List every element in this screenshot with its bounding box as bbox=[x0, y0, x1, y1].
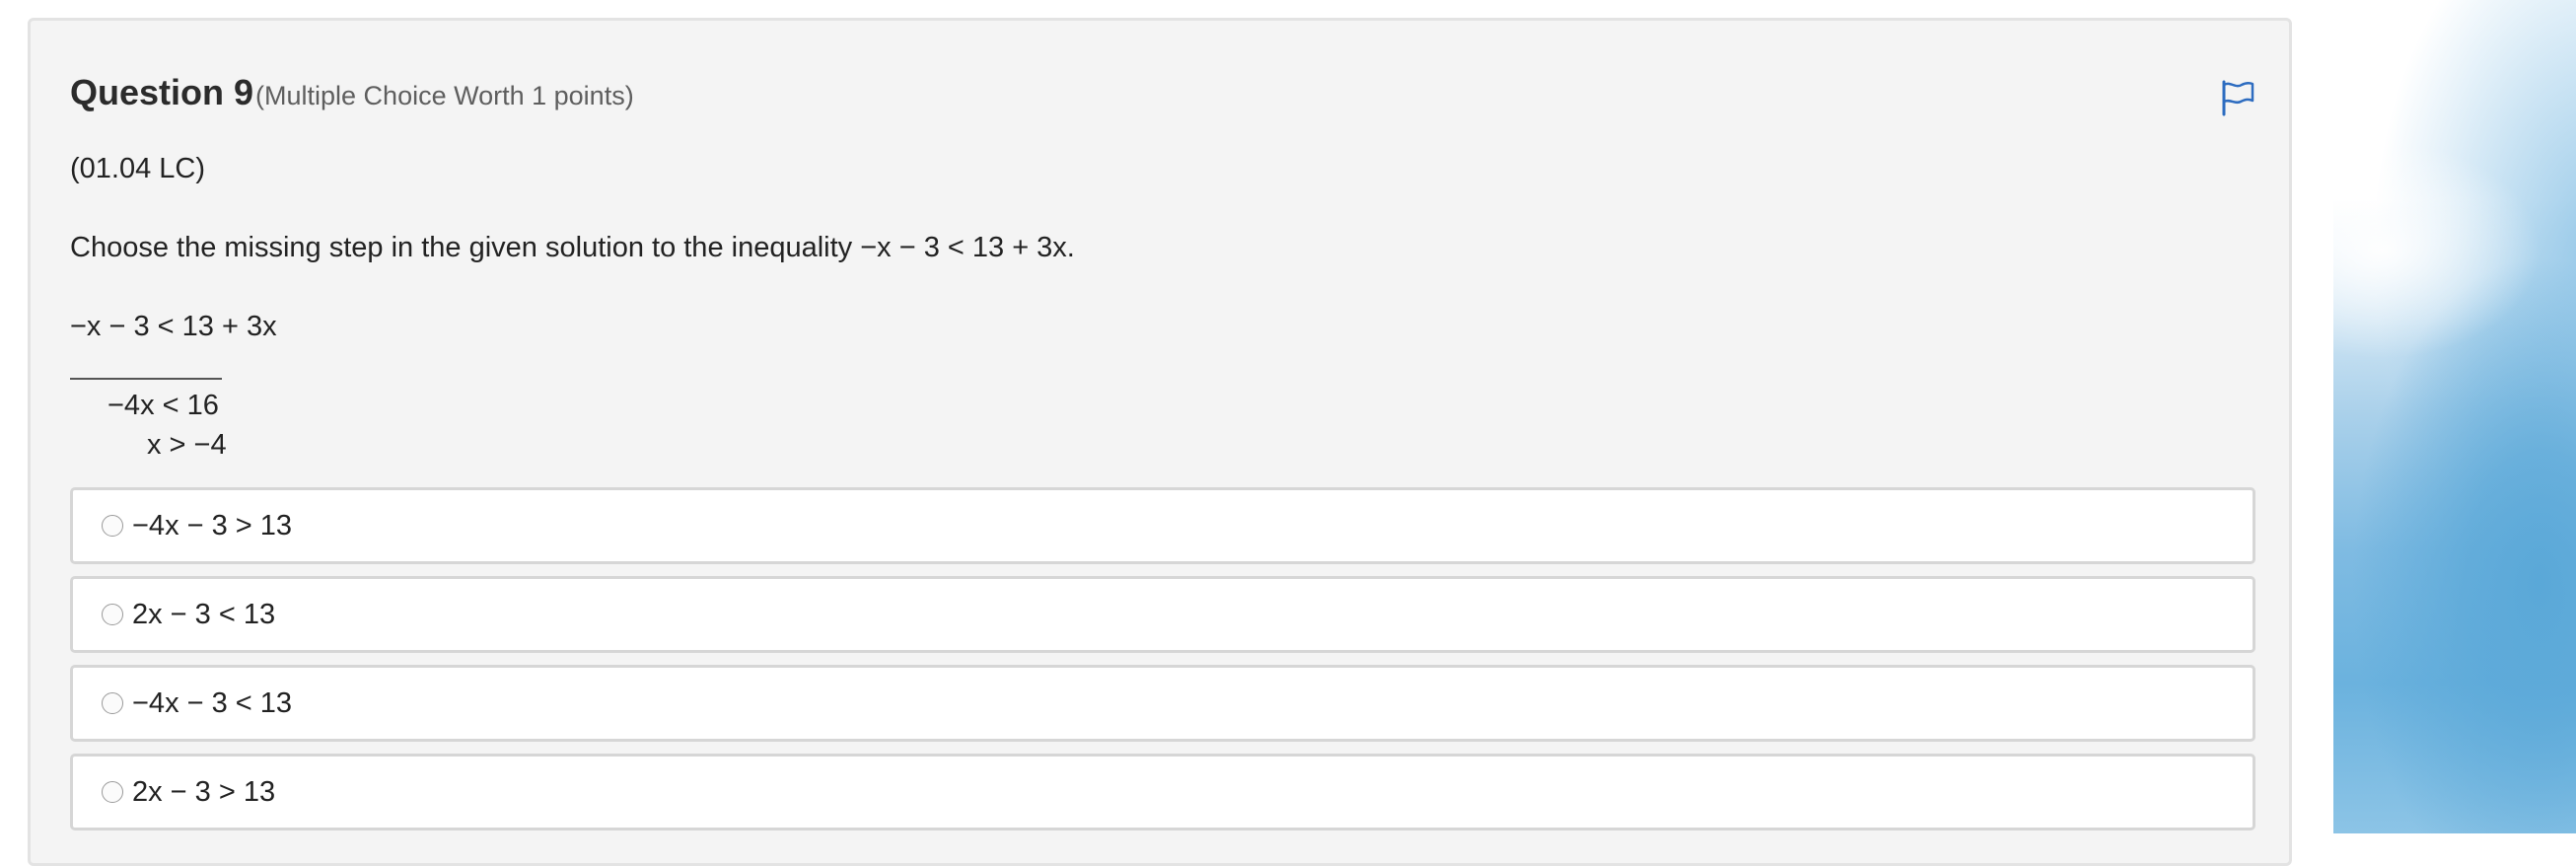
solution-step-1: −x − 3 < 13 + 3x bbox=[70, 311, 277, 342]
question-title: Question 9 bbox=[70, 72, 254, 112]
answer-option-label: −4x − 3 > 13 bbox=[132, 509, 293, 541]
radio-button[interactable] bbox=[102, 781, 123, 803]
answer-option-2[interactable]: 2x − 3 < 13 bbox=[70, 576, 2255, 653]
solution-step-3: −4x < 16 bbox=[107, 390, 219, 421]
answer-option-label: −4x − 3 < 13 bbox=[132, 686, 293, 719]
question-meta: (Multiple Choice Worth 1 points) bbox=[255, 81, 634, 110]
question-card: Question 9 (Multiple Choice Worth 1 poin… bbox=[28, 18, 2292, 866]
answer-option-label: 2x − 3 < 13 bbox=[132, 598, 276, 630]
answer-option-label: 2x − 3 > 13 bbox=[132, 775, 276, 808]
solution-step-4: x > −4 bbox=[147, 429, 227, 461]
radio-button[interactable] bbox=[102, 692, 123, 714]
answer-option-4[interactable]: 2x − 3 > 13 bbox=[70, 754, 2255, 830]
radio-button[interactable] bbox=[102, 604, 123, 625]
question-prompt: Choose the missing step in the given sol… bbox=[70, 232, 1075, 263]
flag-icon[interactable] bbox=[2218, 78, 2257, 117]
background-decoration bbox=[2333, 0, 2576, 833]
question-header: Question 9 (Multiple Choice Worth 1 poin… bbox=[70, 72, 634, 121]
radio-button[interactable] bbox=[102, 515, 123, 537]
question-code: (01.04 LC) bbox=[70, 153, 206, 184]
answer-option-3[interactable]: −4x − 3 < 13 bbox=[70, 665, 2255, 742]
answer-option-1[interactable]: −4x − 3 > 13 bbox=[70, 487, 2255, 564]
missing-step-blank bbox=[70, 378, 222, 380]
